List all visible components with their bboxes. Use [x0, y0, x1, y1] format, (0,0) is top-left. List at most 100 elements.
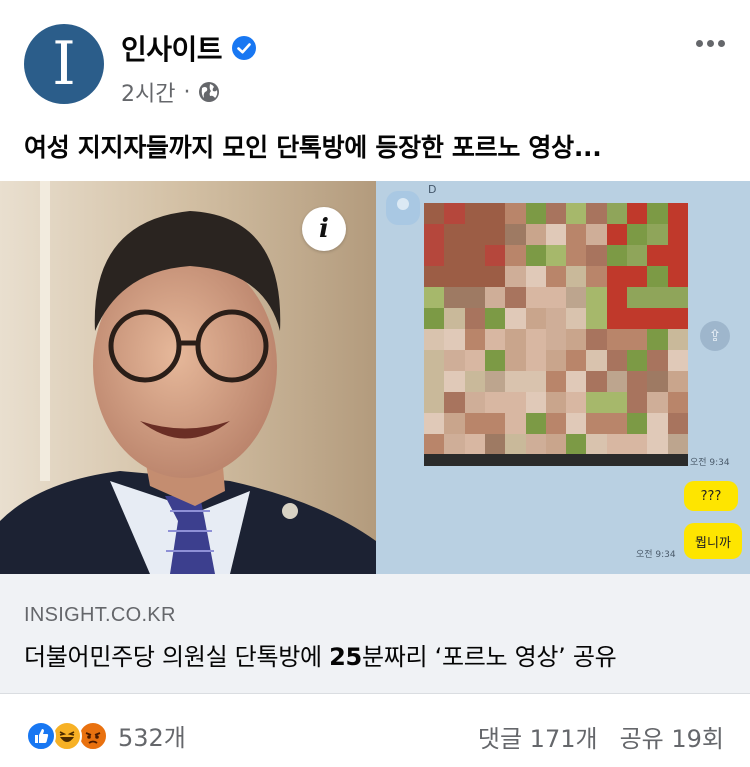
mosaic-cell: [647, 350, 668, 371]
mosaic-cell: [586, 434, 607, 455]
chat-time: 오전 9:34: [690, 458, 730, 468]
more-options-button[interactable]: [688, 28, 732, 58]
mosaic-cell: [627, 203, 648, 224]
mosaic-cell: [464, 329, 485, 350]
mosaic-cell: [464, 413, 485, 434]
mosaic-cell: [606, 203, 628, 224]
mosaic-cell: [444, 287, 465, 308]
mosaic-cell: [525, 329, 546, 350]
mosaic-cell: [525, 308, 546, 329]
mosaic-cell: [667, 266, 688, 287]
chat-screenshot: D 오전 9:34 ??? 오전 9:34 뭡니까: [376, 181, 750, 574]
post-footer: 532개 댓글 171개 공유 19회: [0, 694, 750, 767]
mosaic-cell: [484, 308, 506, 329]
mosaic-cell: [484, 266, 506, 287]
mosaic-cell: [566, 287, 587, 308]
link-domain: INSIGHT.CO.KR: [24, 604, 176, 626]
mosaic-cell: [647, 392, 668, 413]
mosaic-cell: [606, 413, 628, 434]
mosaic-cell: [566, 245, 587, 266]
mosaic-cell: [606, 350, 628, 371]
mosaic-cell: [627, 350, 648, 371]
mosaic-cell: [627, 413, 648, 434]
mosaic-cell: [545, 371, 567, 392]
mosaic-cell: [545, 413, 567, 434]
page-avatar[interactable]: I: [24, 24, 104, 104]
info-icon[interactable]: i: [302, 207, 346, 251]
comment-count[interactable]: 댓글 171개: [478, 719, 598, 754]
mosaic-cell: [545, 350, 567, 371]
mosaic-cell: [464, 266, 485, 287]
mosaic-cell: [484, 392, 506, 413]
mosaic-cell: [627, 266, 648, 287]
blurred-video-thumbnail: [424, 203, 688, 455]
mosaic-cell: [444, 245, 465, 266]
mosaic-cell: [647, 245, 668, 266]
mosaic-cell: [505, 287, 526, 308]
mosaic-cell: [545, 434, 567, 455]
mosaic-cell: [606, 266, 628, 287]
mosaic-cell: [424, 203, 445, 224]
mosaic-cell: [566, 434, 587, 455]
mosaic-cell: [444, 266, 465, 287]
mosaic-cell: [424, 308, 445, 329]
mosaic-cell: [606, 434, 628, 455]
mosaic-cell: [444, 392, 465, 413]
mosaic-cell: [545, 287, 567, 308]
mosaic-cell: [606, 308, 628, 329]
mosaic-cell: [464, 350, 485, 371]
mosaic-cell: [464, 203, 485, 224]
mosaic-cell: [647, 371, 668, 392]
link-preview-image[interactable]: D 오전 9:34 ??? 오전 9:34 뭡니까 i: [0, 181, 750, 574]
mosaic-cell: [586, 308, 607, 329]
post-time[interactable]: 2시간: [121, 76, 175, 108]
mosaic-cell: [566, 224, 587, 245]
mosaic-cell: [647, 434, 668, 455]
mosaic-cell: [545, 203, 567, 224]
post-meta: 2시간 ·: [121, 76, 220, 108]
mosaic-cell: [464, 224, 485, 245]
mosaic-cell: [505, 392, 526, 413]
more-dot: [717, 39, 725, 47]
mosaic-cell: [667, 308, 688, 329]
mosaic-cell: [464, 434, 485, 455]
mosaic-cell: [627, 224, 648, 245]
mosaic-cell: [667, 434, 688, 455]
mosaic-cell: [647, 413, 668, 434]
mosaic-cell: [424, 413, 445, 434]
mosaic-cell: [484, 245, 506, 266]
chat-bubble: 뭡니까: [684, 523, 742, 559]
mosaic-cell: [566, 203, 587, 224]
mosaic-cell: [586, 287, 607, 308]
mosaic-cell: [484, 224, 506, 245]
link-title-bold: 25: [329, 643, 362, 671]
mosaic-cell: [424, 329, 445, 350]
share-count[interactable]: 공유 19회: [620, 719, 724, 754]
mosaic-cell: [464, 308, 485, 329]
mosaic-cell: [505, 371, 526, 392]
mosaic-cell: [444, 413, 465, 434]
globe-icon: [199, 82, 220, 102]
mosaic-cell: [424, 287, 445, 308]
page-name[interactable]: 인사이트: [121, 28, 223, 68]
mosaic-cell: [505, 308, 526, 329]
reactions-summary[interactable]: 532개: [26, 718, 186, 753]
chat-sender: D: [428, 183, 437, 196]
mosaic-cell: [606, 245, 628, 266]
share-icon[interactable]: [700, 321, 730, 351]
mosaic-cell: [525, 350, 546, 371]
link-preview[interactable]: INSIGHT.CO.KR 더불어민주당 의원실 단톡방에 25분짜리 ‘포르노…: [0, 574, 750, 694]
mosaic-cell: [627, 245, 648, 266]
mosaic-cell: [424, 392, 445, 413]
mosaic-cell: [627, 308, 648, 329]
mosaic-cell: [545, 266, 567, 287]
mosaic-cell: [484, 329, 506, 350]
mosaic-cell: [525, 203, 546, 224]
mosaic-cell: [586, 371, 607, 392]
mosaic-cell: [525, 224, 546, 245]
mosaic-cell: [627, 392, 648, 413]
mosaic-cell: [667, 245, 688, 266]
mosaic-cell: [424, 245, 445, 266]
like-reaction-icon: [26, 720, 56, 751]
mosaic-cell: [525, 392, 546, 413]
